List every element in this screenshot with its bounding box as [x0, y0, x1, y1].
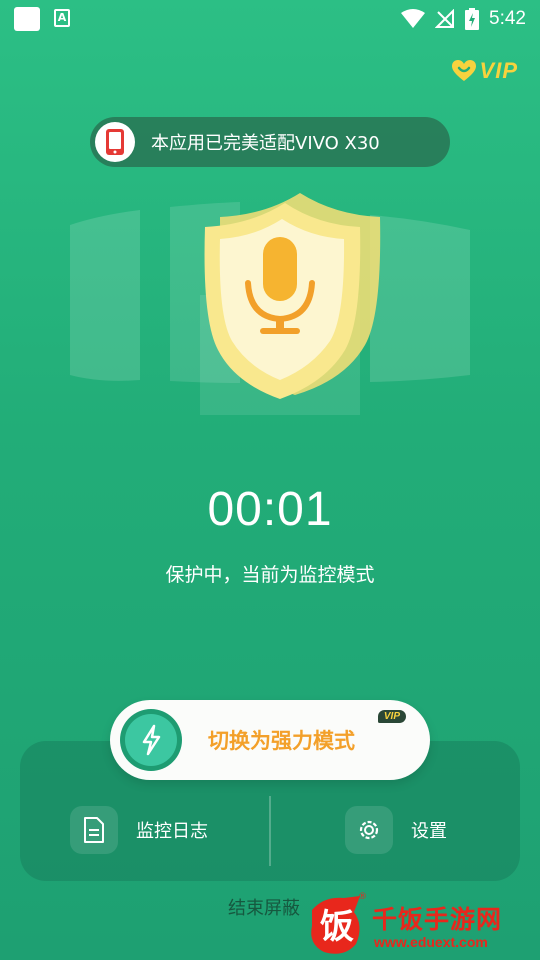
end-blocking-button[interactable]: 结束屏蔽: [228, 894, 300, 920]
watermark-logo-char: 饭: [320, 907, 354, 947]
switch-strong-mode-label: 切换为强力模式: [208, 729, 355, 753]
lightning-icon: [120, 709, 182, 771]
phone-icon: [95, 122, 135, 162]
notification-a-icon: A: [54, 9, 70, 27]
notification-square-icon: [14, 7, 40, 31]
battery-charging-icon: [465, 8, 480, 30]
status-bar: A 5:42: [0, 0, 540, 38]
microphone-shield-icon: [70, 193, 470, 415]
settings-button[interactable]: 设置: [345, 805, 447, 855]
vip-button[interactable]: VIP: [451, 58, 518, 84]
switch-strong-mode-button[interactable]: 切换为强力模式 VIP: [110, 700, 430, 780]
settings-label: 设置: [411, 821, 447, 842]
adapt-banner: 本应用已完美适配VIVO X30: [90, 117, 450, 167]
watermark-name: 千饭手游网: [372, 905, 503, 934]
vip-tag: VIP: [377, 710, 406, 723]
site-watermark: 饭 ® 千饭手游网 www.eduext.com: [300, 888, 540, 960]
protection-status-text: 保护中，当前为监控模式: [165, 564, 375, 586]
watermark-url: www.eduext.com: [374, 934, 488, 950]
registered-mark: ®: [358, 892, 367, 902]
clock: 5:42: [489, 8, 526, 29]
status-bar-right: 5:42: [401, 6, 526, 32]
adapt-banner-text: 本应用已完美适配VIVO X30: [151, 133, 380, 154]
document-icon: [70, 806, 118, 854]
panel-divider: [269, 796, 271, 866]
vip-heart-icon: [451, 60, 476, 81]
elapsed-timer: 00:01: [207, 483, 333, 536]
vip-label: VIP: [479, 58, 518, 83]
monitor-log-label: 监控日志: [136, 821, 208, 842]
wifi-icon: [401, 9, 426, 28]
monitor-log-button[interactable]: 监控日志: [70, 805, 208, 855]
gear-icon: [345, 806, 393, 854]
no-signal-icon: [435, 9, 455, 28]
